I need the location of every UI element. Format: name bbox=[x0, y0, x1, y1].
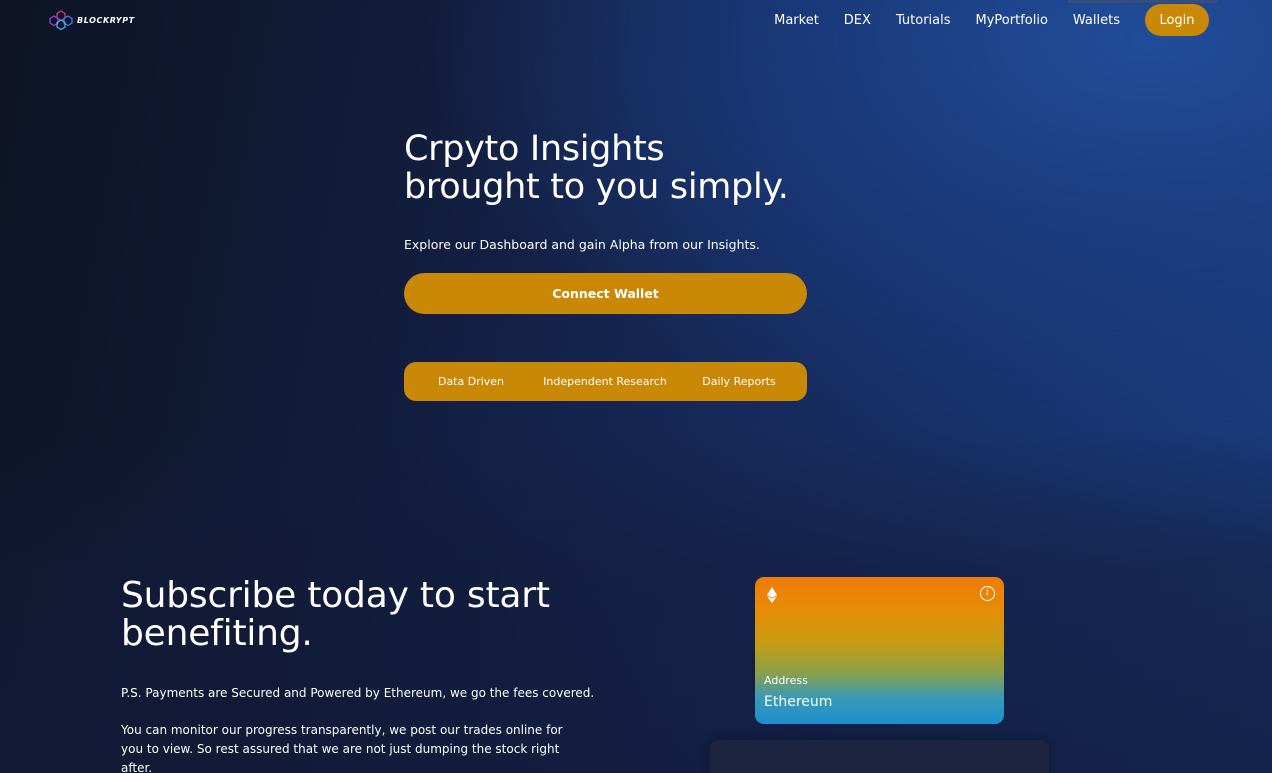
features-bar: Data Driven Independent Research Daily R… bbox=[404, 362, 807, 401]
top-edge-line bbox=[1068, 0, 1218, 3]
ethereum-card[interactable]: i Address Ethereum bbox=[755, 577, 1004, 724]
brand-logo[interactable]: BLOCKRYPT bbox=[48, 10, 135, 30]
subscribe-title-line1: Subscribe today to start bbox=[121, 575, 550, 616]
nav-dex[interactable]: DEX bbox=[844, 13, 871, 28]
nav-market[interactable]: Market bbox=[774, 13, 819, 28]
feature-data-driven[interactable]: Data Driven bbox=[438, 375, 504, 388]
nav-tutorials[interactable]: Tutorials bbox=[896, 13, 951, 28]
hero-title: Crpyto Insights brought to you simply. bbox=[404, 130, 824, 206]
hero-subtitle: Explore our Dashboard and gain Alpha fro… bbox=[404, 237, 760, 252]
hero-title-line2: brought to you simply. bbox=[404, 167, 789, 207]
bottom-panel bbox=[710, 740, 1049, 773]
payments-note: P.S. Payments are Secured and Powered by… bbox=[121, 686, 595, 700]
transparency-note: You can monitor our progress transparent… bbox=[121, 723, 563, 773]
subscribe-title-line2: benefiting. bbox=[121, 613, 313, 654]
hexagon-network-icon bbox=[49, 10, 73, 30]
subscribe-title: Subscribe today to start benefiting. bbox=[121, 577, 550, 653]
main-nav: Market DEX Tutorials MyPortfolio Wallets… bbox=[774, 4, 1209, 36]
nav-myportfolio[interactable]: MyPortfolio bbox=[976, 13, 1048, 28]
info-icon[interactable]: i bbox=[980, 586, 995, 601]
login-button[interactable]: Login bbox=[1145, 4, 1209, 36]
ethereum-icon bbox=[767, 587, 777, 603]
brand-name: BLOCKRYPT bbox=[77, 15, 135, 25]
card-address-label: Address bbox=[764, 674, 808, 687]
hero-section: Crpyto Insights brought to you simply. E… bbox=[404, 130, 824, 252]
connect-wallet-button[interactable]: Connect Wallet bbox=[404, 273, 807, 314]
card-address-value: Ethereum bbox=[764, 694, 833, 710]
feature-independent-research[interactable]: Independent Research bbox=[543, 375, 667, 388]
nav-wallets[interactable]: Wallets bbox=[1073, 13, 1120, 28]
hero-title-line1: Crpyto Insights bbox=[404, 129, 665, 169]
feature-daily-reports[interactable]: Daily Reports bbox=[702, 375, 776, 388]
